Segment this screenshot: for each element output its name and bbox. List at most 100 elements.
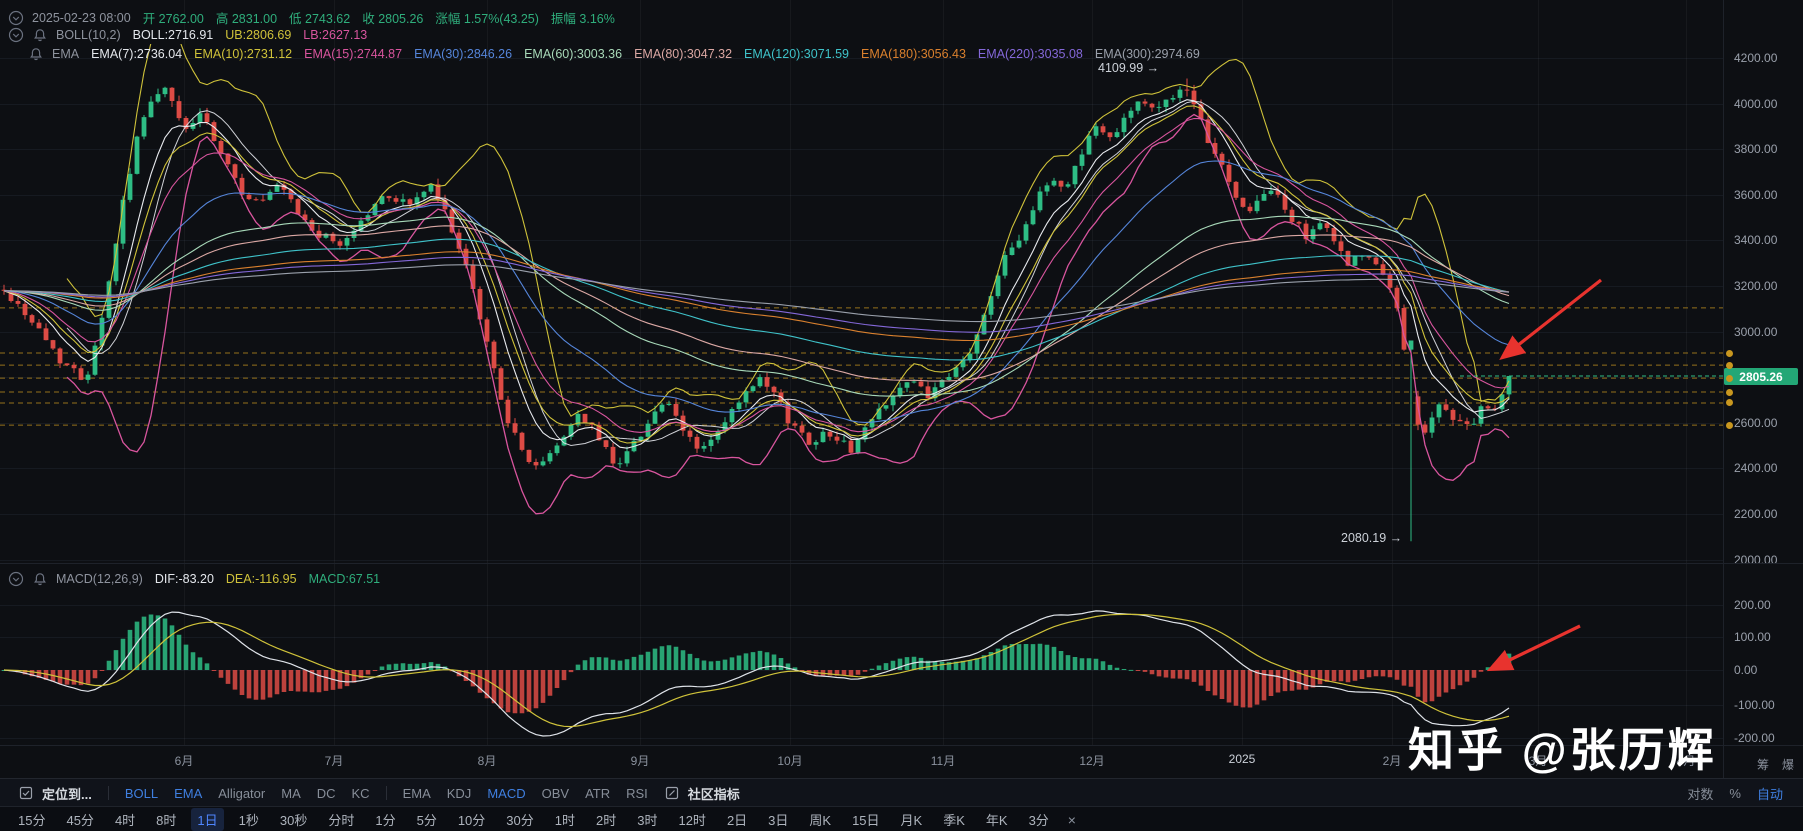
level-dot[interactable]: [1726, 399, 1733, 406]
timeframe-1秒[interactable]: 1秒: [233, 808, 265, 831]
indicator-toolbar: 定位到... BOLL EMA Alligator MA DC KC EMA KDJ MACD OB…: [0, 778, 1803, 807]
timeframe-bar: 15分 45分 4时 8时 1日 1秒 30秒分时 1分 5分 10分 30分 1时 2时 3时 12时 2日…: [0, 806, 1803, 831]
timeframe-3时[interactable]: 3时: [631, 808, 663, 831]
chevron-circle-icon[interactable]: [8, 571, 24, 587]
toolbar-item-社区指标[interactable]: 社区指标: [664, 784, 740, 803]
timeframe-8时[interactable]: 8时: [150, 808, 182, 831]
boll-segment-2: UB:2806.69: [225, 28, 291, 42]
toolbar-item-MA[interactable]: MA: [281, 786, 301, 801]
price-axis-label: 3000.00: [1734, 325, 1777, 339]
toolbar-item-KC[interactable]: KC: [352, 786, 370, 801]
price-axis-label: 2400.00: [1734, 461, 1777, 475]
timeframe-1时[interactable]: 1时: [549, 808, 581, 831]
price-annotation-1: 2080.19 →: [1341, 531, 1402, 545]
toolbar-item-对数[interactable]: 对数: [1687, 784, 1713, 803]
macd-segment-1: DIF:-83.20: [155, 572, 214, 586]
time-axis-label-6月: 6月: [175, 752, 194, 769]
price-axis-label: 2600.00: [1734, 416, 1777, 430]
ema-segment-9: EMA(220):3035.08: [978, 47, 1083, 61]
macd-axis-label: 200.00: [1734, 598, 1771, 612]
timeframe-10分[interactable]: 10分: [452, 808, 491, 831]
toolbar-item-%[interactable]: %: [1729, 786, 1741, 801]
timeframe-4时[interactable]: 4时: [109, 808, 141, 831]
time-axis-label-9月: 9月: [631, 752, 650, 769]
toolbar-item-ATR[interactable]: ATR: [585, 786, 610, 801]
toolbar-right: 对数% 自动: [1679, 784, 1803, 803]
chevron-circle-icon[interactable]: [8, 27, 24, 43]
toolbar-left: 定位到... BOLL EMA Alligator MA DC KC EMA KDJ MACD OB…: [0, 784, 748, 803]
ohlc-segment-5: 涨幅 1.57%(43.25): [435, 8, 539, 27]
toolbar-item-EMA[interactable]: EMA: [174, 786, 202, 801]
edit-icon[interactable]: [664, 785, 680, 801]
timeframe-2时[interactable]: 2时: [590, 808, 622, 831]
price-axis-label: 2000.00: [1734, 553, 1777, 567]
time-axis-label-12月: 12月: [1079, 752, 1104, 769]
level-dot[interactable]: [1726, 422, 1733, 429]
toolbar-item-DC[interactable]: DC: [317, 786, 336, 801]
candlestick-chart[interactable]: [0, 0, 1723, 778]
pane-divider[interactable]: [0, 563, 1803, 564]
toolbar-item-RSI[interactable]: RSI: [626, 786, 648, 801]
toolbar-item-Alligator[interactable]: Alligator: [218, 786, 265, 801]
ema-segment-8: EMA(180):3056.43: [861, 47, 966, 61]
timeframe-3日[interactable]: 3日: [762, 808, 794, 831]
timeframe-15日[interactable]: 15日: [846, 808, 885, 831]
axis-vertical-divider: [1723, 0, 1724, 778]
price-axis-label: 3800.00: [1734, 142, 1777, 156]
bell-icon[interactable]: [32, 571, 48, 587]
level-dot[interactable]: [1726, 362, 1733, 369]
boll-segment-1: BOLL:2716.91: [133, 28, 214, 42]
toolbar-item-MACD[interactable]: MACD: [487, 786, 525, 801]
timeframe-5分[interactable]: 5分: [411, 808, 443, 831]
timeframe-年K[interactable]: 年K: [980, 808, 1014, 831]
bell-icon[interactable]: [28, 46, 44, 62]
timeframe-45分[interactable]: 45分: [60, 808, 99, 831]
timeframe-1分[interactable]: 1分: [369, 808, 401, 831]
close-icon[interactable]: ×: [1068, 812, 1076, 828]
timeframe-月K[interactable]: 月K: [895, 808, 929, 831]
macd-axis-label: -100.00: [1734, 698, 1775, 712]
timeframe-15分[interactable]: 15分: [12, 808, 51, 831]
macd-segment-2: DEA:-116.95: [226, 572, 297, 586]
ema-segment-3: EMA(15):2744.87: [304, 47, 402, 61]
ema-indicator-bar: EMAEMA(7):2736.04EMA(10):2731.12EMA(15):…: [28, 46, 1212, 62]
price-axis-label: 2200.00: [1734, 507, 1777, 521]
macd-segment-3: MACD:67.51: [309, 572, 381, 586]
ohlc-bar: 2025-02-23 08:00开 2762.00高 2831.00低 2743…: [8, 8, 627, 27]
toolbar-item-自动[interactable]: 自动: [1757, 784, 1783, 803]
bell-icon[interactable]: [32, 27, 48, 43]
boll-indicator-bar: BOLL(10,2)BOLL:2716.91UB:2806.69LB:2627.…: [8, 27, 379, 43]
chip-button-爆[interactable]: 爆: [1782, 756, 1794, 773]
macd-pane: [2, 611, 1512, 736]
timeframe-30分[interactable]: 30分: [500, 808, 539, 831]
toolbar-item-EMA[interactable]: EMA: [403, 786, 431, 801]
toolbar-item-BOLL[interactable]: BOLL: [125, 786, 158, 801]
timeframe-季K[interactable]: 季K: [937, 808, 971, 831]
macd-axis-label: 100.00: [1734, 630, 1771, 644]
timeframe-30秒[interactable]: 30秒: [274, 808, 313, 831]
toolbar-item-定位到...[interactable]: 定位到...: [18, 784, 92, 803]
price-axis-label: 4000.00: [1734, 97, 1777, 111]
chip-button-筹[interactable]: 筹: [1757, 756, 1769, 773]
timeframe-12时[interactable]: 12时: [672, 808, 711, 831]
toolbar-item-OBV[interactable]: OBV: [542, 786, 569, 801]
time-axis-label-8月: 8月: [478, 752, 497, 769]
timeframe-3分[interactable]: 3分: [1023, 808, 1055, 831]
ema-segment-1: EMA(7):2736.04: [91, 47, 182, 61]
price-axis-label: 3200.00: [1734, 279, 1777, 293]
timeframe-分时[interactable]: 分时: [322, 808, 360, 831]
chevron-circle-icon[interactable]: [8, 10, 24, 26]
macd-axis-label: 0.00: [1734, 663, 1757, 677]
level-dot[interactable]: [1726, 375, 1733, 382]
level-dot[interactable]: [1726, 389, 1733, 396]
timeframe-周K[interactable]: 周K: [803, 808, 837, 831]
boll-segment-3: LB:2627.13: [303, 28, 367, 42]
ema-segment-6: EMA(80):3047.32: [634, 47, 732, 61]
ohlc-segment-1: 开 2762.00: [143, 8, 204, 27]
ema-segment-4: EMA(30):2846.26: [414, 47, 512, 61]
checkbox-icon[interactable]: [18, 785, 34, 801]
toolbar-item-KDJ[interactable]: KDJ: [447, 786, 472, 801]
timeframe-1日[interactable]: 1日: [191, 808, 223, 831]
level-dot[interactable]: [1726, 350, 1733, 357]
timeframe-2日[interactable]: 2日: [721, 808, 753, 831]
